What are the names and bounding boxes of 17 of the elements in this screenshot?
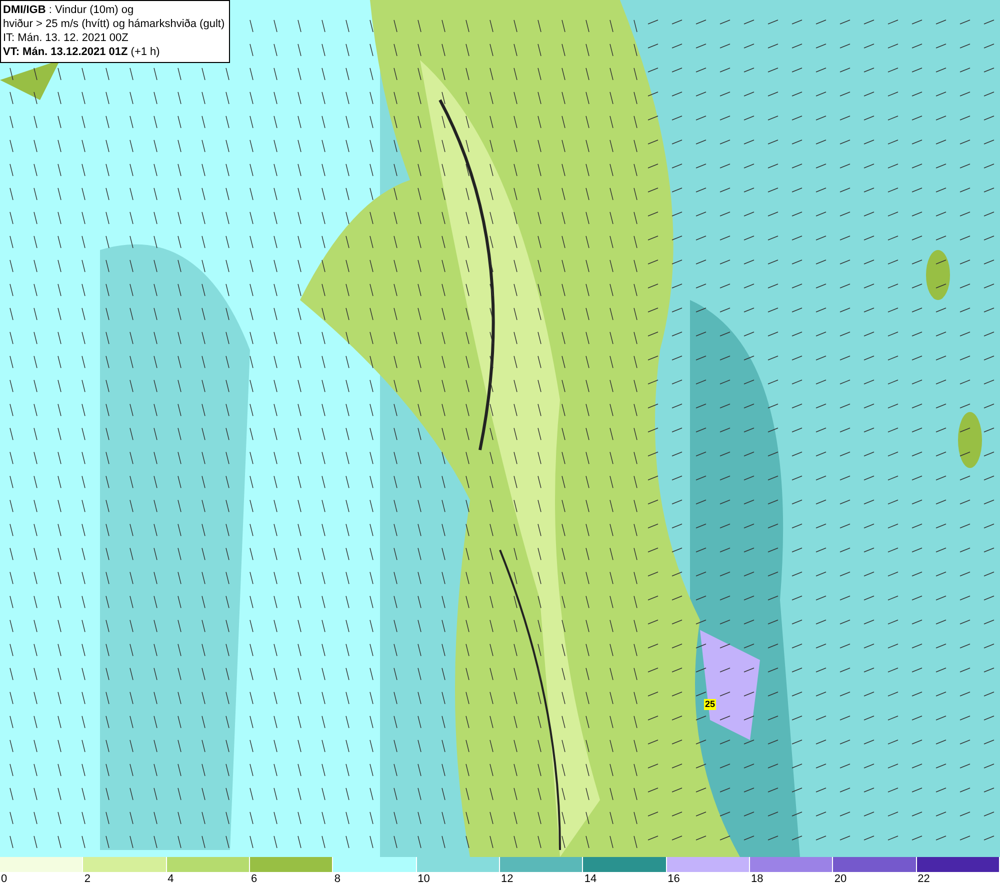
legend-tick-label: 0 — [1, 872, 8, 886]
legend-tick-label: 20 — [834, 872, 847, 886]
info-text: hviður > 25 m/s (hvítt) og hámarkshviða (gult) — [3, 17, 225, 31]
legend-tick-label: 6 — [251, 872, 258, 886]
info-text: VT: Mán. 13.12.2021 01Z (+1 h) — [3, 45, 161, 59]
legend-tick-label: 22 — [918, 872, 930, 886]
legend-tick-label: 4 — [168, 872, 174, 886]
legend-tick-label: 18 — [751, 872, 764, 886]
legend-tick-label: 2 — [84, 872, 90, 886]
legend-tick-label: 14 — [584, 872, 597, 886]
legend-tick-label: 12 — [501, 872, 514, 886]
legend-tick-label: 8 — [334, 872, 340, 886]
info-text: DMI/IGB : Vindur (10m) og — [3, 3, 135, 17]
max-gust-label: 25 — [704, 699, 716, 710]
legend-tick-label: 16 — [668, 872, 680, 886]
legend-tick-label: 10 — [418, 872, 430, 886]
info-text: IT: Mán. 13. 12. 2021 00Z — [3, 31, 130, 45]
